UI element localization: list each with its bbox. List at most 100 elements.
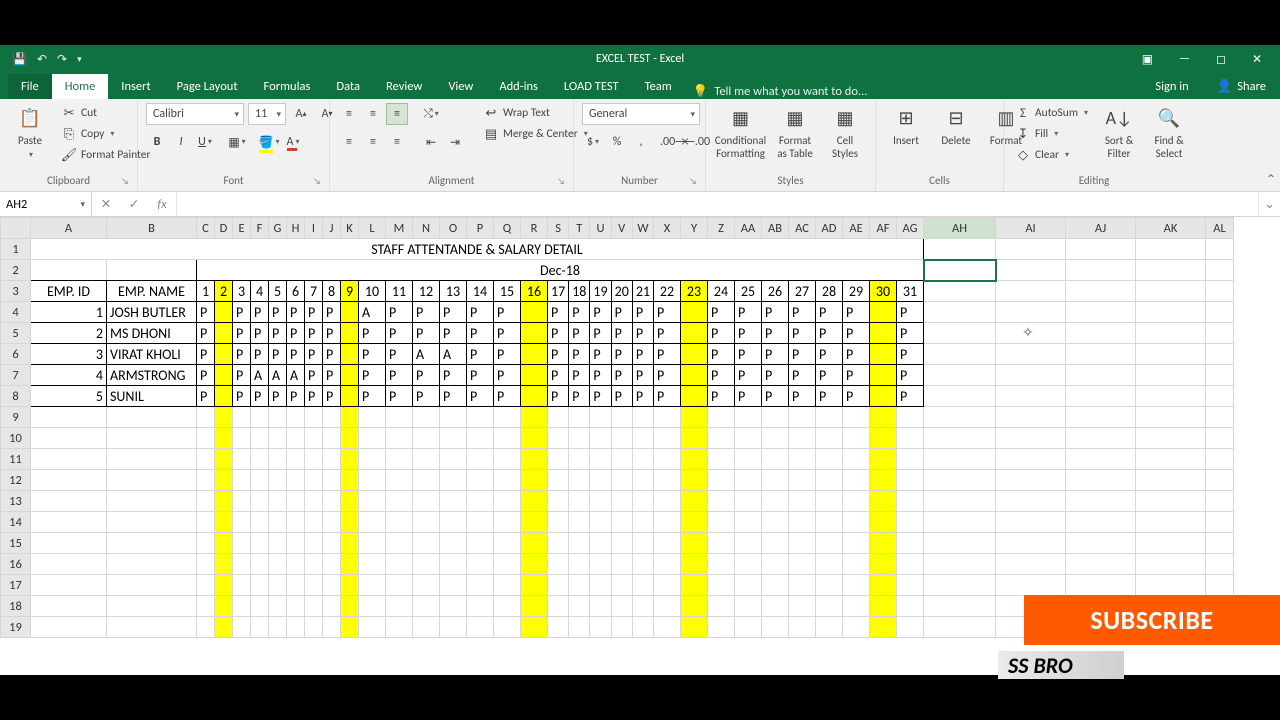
cell[interactable] [996,449,1066,470]
cell[interactable] [569,596,590,617]
attendance-cell[interactable] [521,302,548,323]
cell[interactable] [233,554,251,575]
cell[interactable] [413,407,440,428]
fill-color-button[interactable]: 🪣▾ [258,131,280,153]
cell[interactable] [251,470,269,491]
cell[interactable] [1136,533,1206,554]
cell[interactable] [107,617,197,638]
cell[interactable] [359,491,386,512]
attendance-cell[interactable]: P [789,386,816,407]
cell[interactable] [107,260,197,281]
cell[interactable] [107,554,197,575]
cell[interactable] [632,449,653,470]
cell[interactable] [1136,428,1206,449]
cell[interactable] [924,470,996,491]
cell[interactable] [569,491,590,512]
clear-button[interactable]: ◇Clear▾ [1012,145,1091,165]
cell[interactable] [924,491,996,512]
cell[interactable] [467,491,494,512]
alignment-dialog-icon[interactable]: ↘ [557,176,565,187]
font-name-combo[interactable]: Calibri▾ [146,103,244,125]
qat-customize-icon[interactable]: ▾ [77,54,82,65]
cell[interactable] [359,554,386,575]
cell[interactable] [654,512,681,533]
cell[interactable] [996,344,1066,365]
attendance-cell[interactable]: P [197,323,215,344]
percent-format-icon[interactable]: % [606,131,628,153]
delete-cells-button[interactable]: ⊟Delete [934,103,978,150]
cell[interactable] [681,407,708,428]
cell[interactable] [789,407,816,428]
fx-icon[interactable]: fx [148,197,176,212]
column-header[interactable]: R [521,218,548,239]
row-header[interactable]: 11 [1,449,31,470]
cell[interactable] [341,617,359,638]
cell[interactable] [789,449,816,470]
row-header[interactable]: 2 [1,260,31,281]
column-header[interactable]: P [467,218,494,239]
cell[interactable] [632,407,653,428]
comma-format-icon[interactable]: , [630,131,652,153]
cell[interactable] [440,575,467,596]
attendance-cell[interactable]: P [548,344,569,365]
cell[interactable] [590,575,611,596]
cell[interactable] [632,428,653,449]
tab-file[interactable]: File [8,74,52,99]
attendance-cell[interactable]: P [789,302,816,323]
row-header[interactable]: 10 [1,428,31,449]
cell[interactable] [287,491,305,512]
active-cell[interactable] [924,260,996,281]
align-middle-icon[interactable]: ≡ [362,103,384,125]
attendance-cell[interactable]: P [233,365,251,386]
attendance-cell[interactable]: P [611,344,632,365]
sort-filter-button[interactable]: A↓Sort & Filter [1097,103,1141,162]
cell[interactable] [107,428,197,449]
enter-formula-icon[interactable]: ✓ [120,196,148,212]
column-header[interactable]: L [359,218,386,239]
row-header[interactable]: 4 [1,302,31,323]
cell[interactable] [569,428,590,449]
column-header[interactable]: Y [681,218,708,239]
attendance-cell[interactable]: P [762,386,789,407]
day-header[interactable]: 15 [494,281,521,302]
format-as-table-button[interactable]: ▦Format as Table [773,103,817,162]
cell[interactable] [467,449,494,470]
cell[interactable] [924,428,996,449]
fill-button[interactable]: ↧Fill▾ [1012,124,1091,144]
cell[interactable] [494,491,521,512]
cell[interactable] [341,554,359,575]
cell[interactable] [654,596,681,617]
attendance-cell[interactable]: P [269,386,287,407]
cell[interactable] [31,596,107,617]
cell[interactable] [521,449,548,470]
attendance-cell[interactable]: P [735,344,762,365]
cell[interactable] [197,596,215,617]
cell[interactable] [269,554,287,575]
cell[interactable] [215,617,233,638]
cell[interactable] [467,428,494,449]
cell[interactable] [305,470,323,491]
cell[interactable] [996,386,1066,407]
cell[interactable] [924,302,996,323]
attendance-cell[interactable]: P [287,302,305,323]
attendance-cell[interactable]: P [251,302,269,323]
cell[interactable] [708,596,735,617]
cell[interactable] [467,533,494,554]
cell[interactable] [681,449,708,470]
number-dialog-icon[interactable]: ↘ [689,176,697,187]
cell[interactable] [467,470,494,491]
cell[interactable] [413,533,440,554]
column-header[interactable]: J [323,218,341,239]
day-header[interactable]: 18 [569,281,590,302]
emp-id-cell[interactable]: 3 [31,344,107,365]
cell[interactable] [762,554,789,575]
emp-name-cell[interactable]: MS DHONI [107,323,197,344]
cell[interactable] [789,491,816,512]
cell[interactable] [590,596,611,617]
cell[interactable] [735,554,762,575]
cell[interactable] [870,533,897,554]
cell[interactable] [816,554,843,575]
cell[interactable] [359,617,386,638]
cell[interactable] [569,533,590,554]
cell[interactable] [870,554,897,575]
